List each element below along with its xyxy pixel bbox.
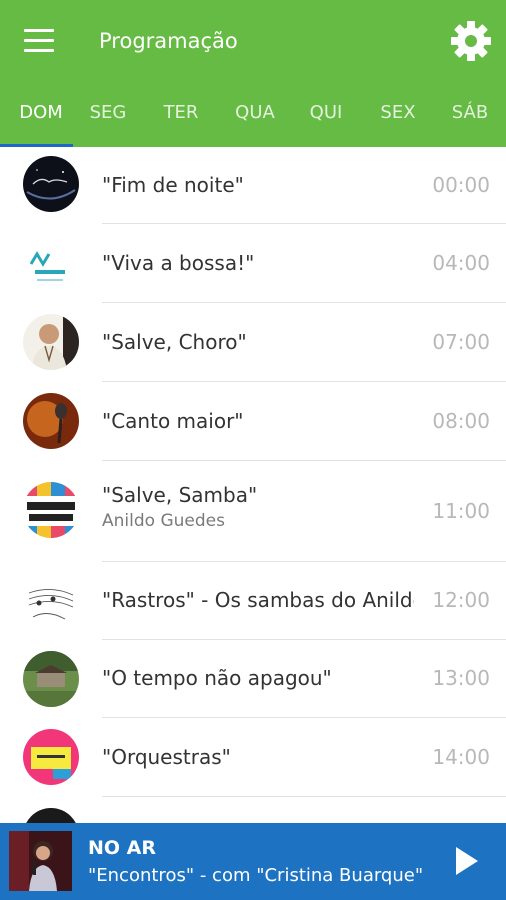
program-time: 07:00 xyxy=(432,330,490,354)
program-title: "Canto maior" xyxy=(102,409,244,433)
program-time: 14:00 xyxy=(432,745,490,769)
toolbar: Programação xyxy=(0,0,506,82)
now-playing-description: "Encontros" - com "Cristina Buarque" xyxy=(88,865,424,886)
play-icon[interactable] xyxy=(448,843,484,879)
host-portrait-icon xyxy=(23,314,79,370)
program-time: 00:00 xyxy=(432,173,490,197)
list-item[interactable] xyxy=(0,797,506,823)
list-item[interactable]: "Orquestras" 14:00 xyxy=(0,718,506,797)
program-time: 04:00 xyxy=(432,251,490,275)
tab-qua[interactable]: QUA xyxy=(219,92,291,144)
tab-dom[interactable]: DOM xyxy=(0,92,82,144)
page-title: Programação xyxy=(99,29,238,53)
tab-seg[interactable]: SEG xyxy=(72,92,144,144)
list-item[interactable]: "Fim de noite" 00:00 xyxy=(0,147,506,224)
gear-icon[interactable] xyxy=(450,20,492,62)
list-item[interactable]: "Salve, Samba" Anildo Guedes 11:00 xyxy=(0,461,506,562)
now-playing-artwork xyxy=(9,831,72,891)
program-title: "Viva a bossa!" xyxy=(102,251,255,275)
program-time: 11:00 xyxy=(432,499,490,523)
microphone-photo-icon xyxy=(23,393,79,449)
tab-sab[interactable]: SÁB xyxy=(434,92,506,144)
program-time: 12:00 xyxy=(432,588,490,612)
tab-ter[interactable]: TER xyxy=(145,92,217,144)
menu-icon[interactable] xyxy=(22,26,58,56)
house-photo-icon xyxy=(23,651,79,707)
on-air-label: NO AR xyxy=(88,837,157,859)
day-tabs: DOM SEG TER QUA QUI SEX SÁB xyxy=(0,92,506,147)
sheet-music-drawing-icon xyxy=(23,573,79,629)
program-thumbnail-icon xyxy=(23,808,79,823)
viva-bossa-logo-icon xyxy=(23,236,79,292)
now-playing-bar[interactable]: NO AR "Encontros" - com "Cristina Buarqu… xyxy=(0,823,506,900)
program-title: "O tempo não apagou" xyxy=(102,666,332,690)
program-title: "Orquestras" xyxy=(102,745,231,769)
program-title: "Rastros" - Os sambas do Anildo xyxy=(102,588,414,612)
program-time: 08:00 xyxy=(432,409,490,433)
fim-de-noite-logo-icon xyxy=(23,156,79,212)
schedule-list: "Fim de noite" 00:00 "Viva a bossa!" 04:… xyxy=(0,147,506,823)
program-title: "Salve, Choro" xyxy=(102,330,247,354)
program-host: Anildo Guedes xyxy=(102,511,225,531)
program-title: "Fim de noite" xyxy=(102,173,244,197)
tab-qui[interactable]: QUI xyxy=(290,92,362,144)
list-item[interactable]: "Salve, Choro" 07:00 xyxy=(0,303,506,382)
tab-sex[interactable]: SEX xyxy=(362,92,434,144)
list-item[interactable]: "O tempo não apagou" 13:00 xyxy=(0,640,506,718)
program-title: "Salve, Samba" xyxy=(102,483,258,507)
salve-samba-logo-icon xyxy=(23,482,79,538)
program-time: 13:00 xyxy=(432,666,490,690)
list-item[interactable]: "Rastros" - Os sambas do Anildo 12:00 xyxy=(0,562,506,640)
list-item[interactable]: "Viva a bossa!" 04:00 xyxy=(0,224,506,303)
orquestras-logo-icon xyxy=(23,729,79,785)
app-bar: Programação DOM SEG TER QUA QUI SEX SÁB xyxy=(0,0,506,147)
list-item[interactable]: "Canto maior" 08:00 xyxy=(0,382,506,461)
